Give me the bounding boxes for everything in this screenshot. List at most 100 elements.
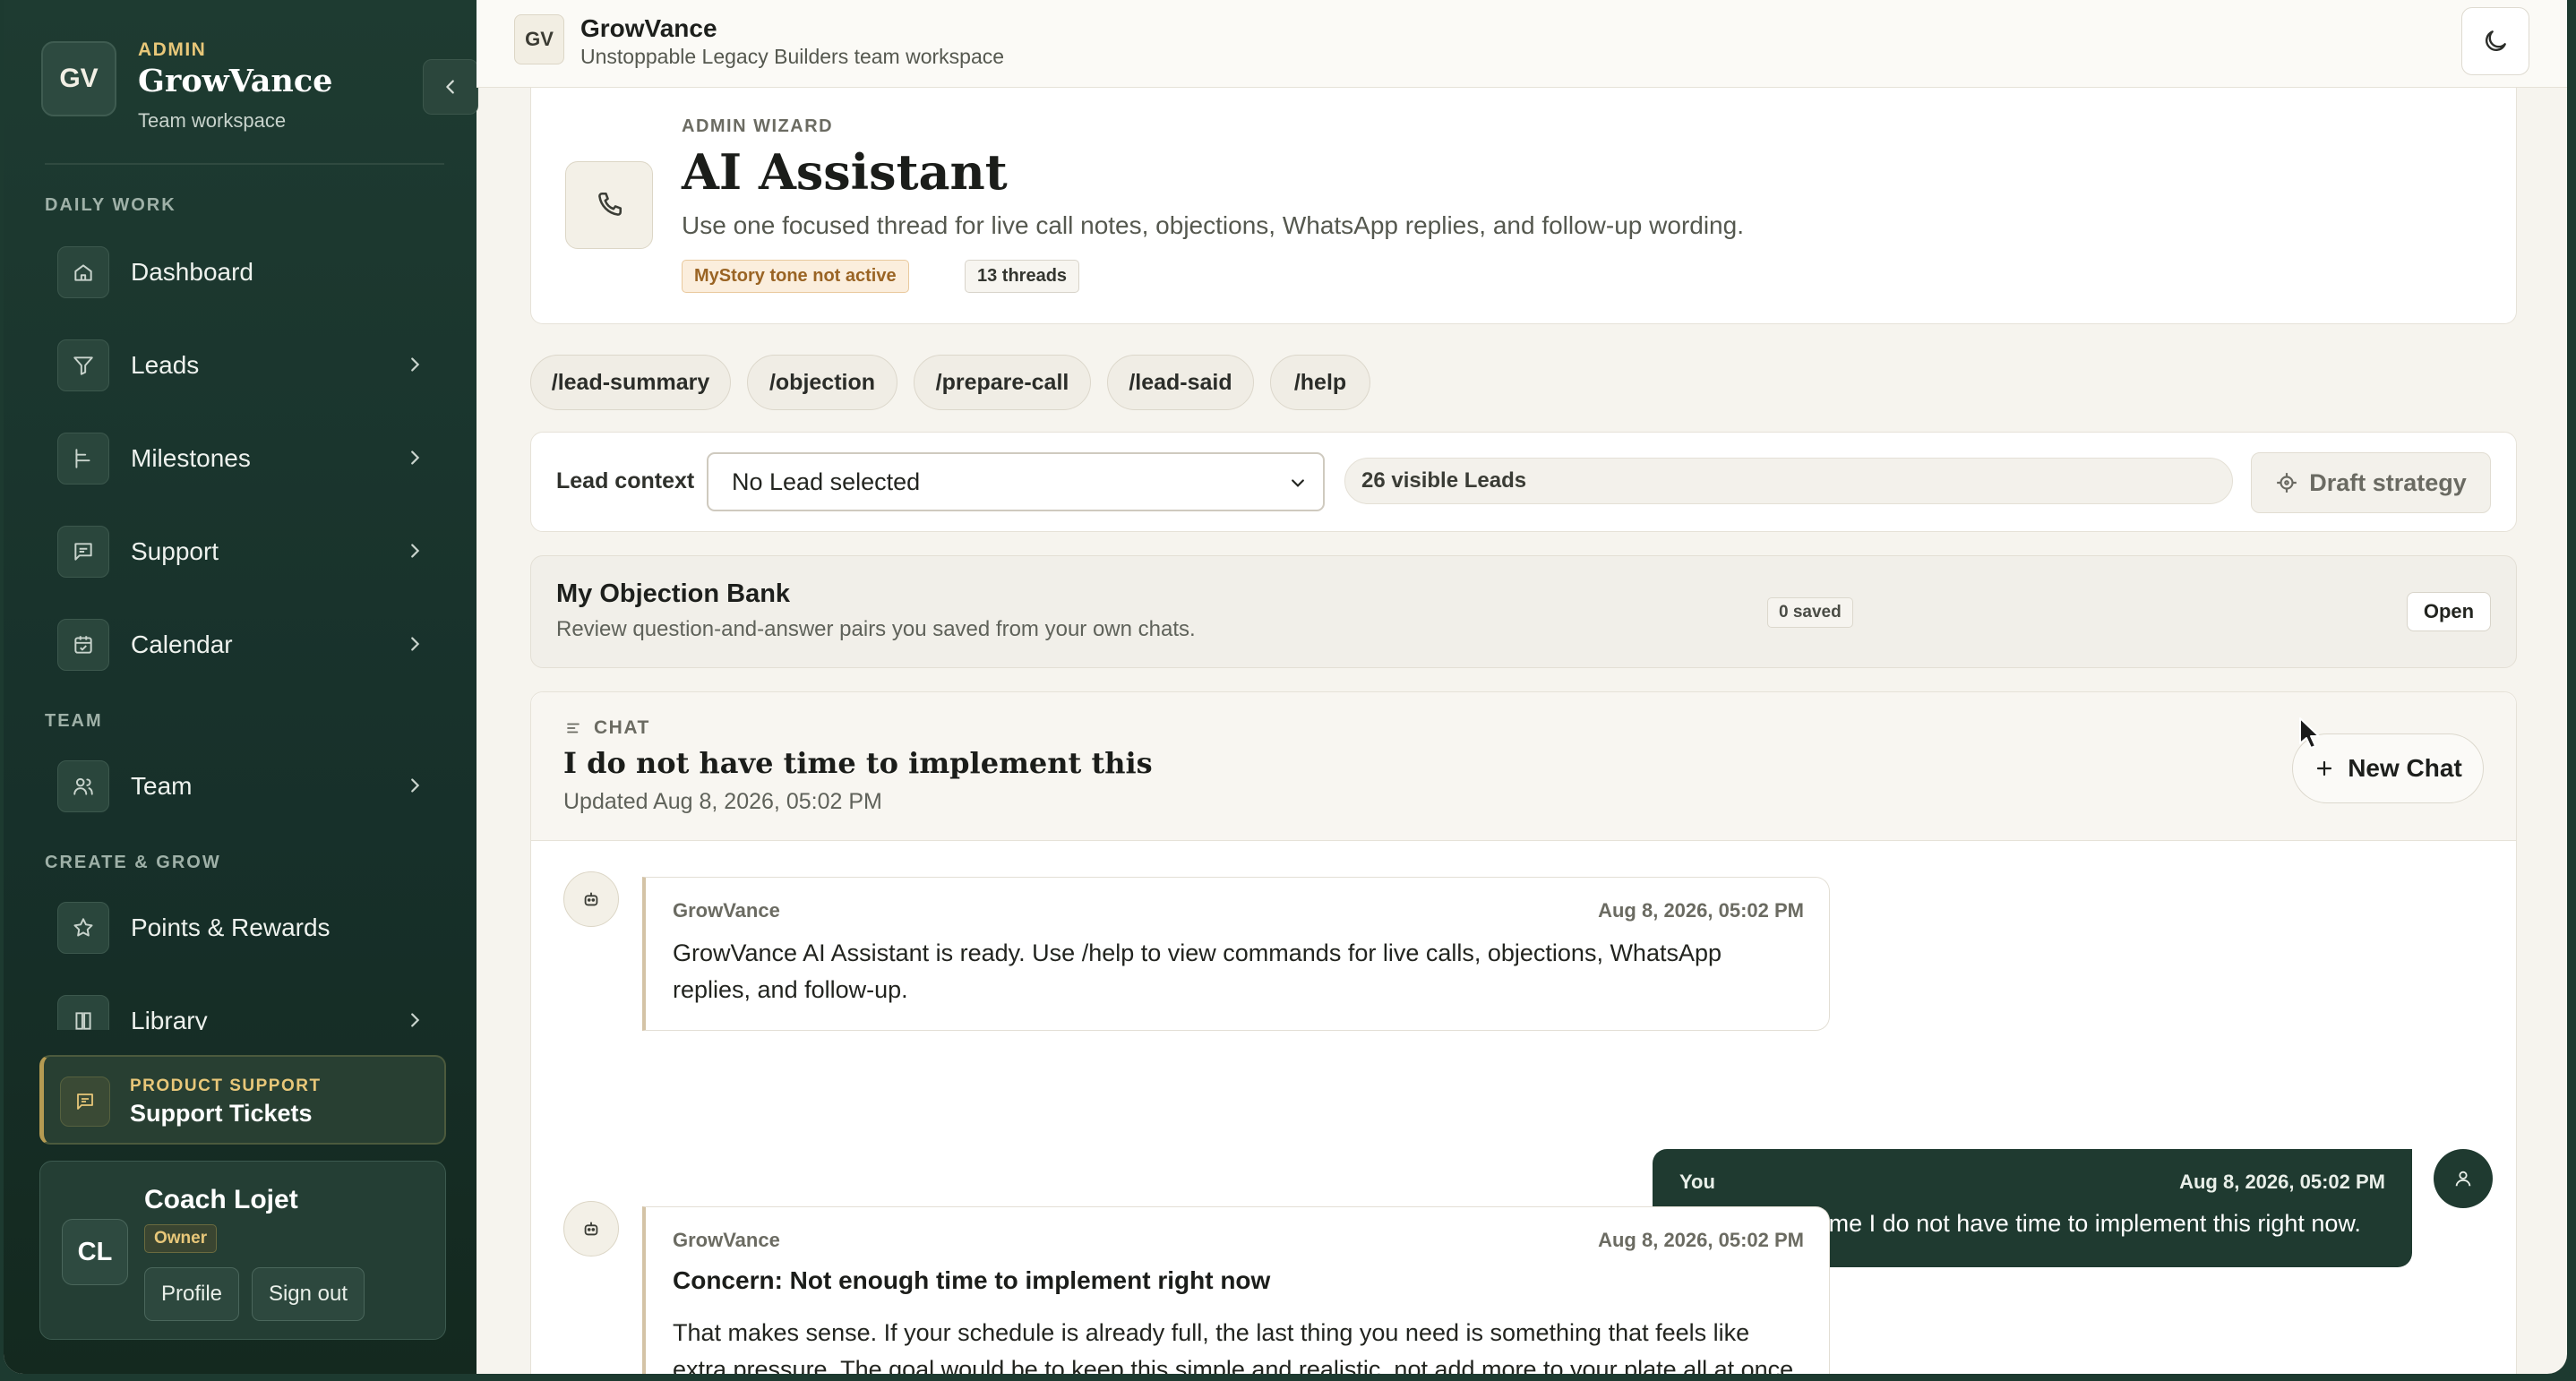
message-text: That makes sense. If your schedule is al… xyxy=(673,1319,1800,1374)
assistant-message: GrowVance Aug 8, 2026, 05:02 PM GrowVanc… xyxy=(642,877,1830,1031)
chat-updated: Updated Aug 8, 2026, 05:02 PM xyxy=(563,789,882,814)
main-content: ADMIN WIZARD AI Assistant Use one focuse… xyxy=(477,88,2567,1374)
sidebar-item-dashboard[interactable]: Dashboard xyxy=(45,235,444,310)
sidebar-item-support[interactable]: Support xyxy=(45,514,444,589)
chat-panel: CHAT I do not have time to implement thi… xyxy=(530,691,2517,1374)
message-sender: GrowVance xyxy=(673,1229,780,1251)
workspace-title: GrowVance xyxy=(580,14,717,42)
assistant-message: GrowVance Aug 8, 2026, 05:02 PM Concern:… xyxy=(642,1206,1830,1374)
sidebar-item-milestones[interactable]: Milestones xyxy=(45,421,444,496)
command-chip-prepare-call[interactable]: /prepare-call xyxy=(914,355,1091,410)
sidebar-item-calendar[interactable]: Calendar xyxy=(45,607,444,682)
support-tickets-card[interactable]: PRODUCT SUPPORT Support Tickets xyxy=(39,1055,446,1145)
section-create-grow: CREATE & GROW xyxy=(45,853,221,872)
lead-select[interactable]: No Lead selected xyxy=(707,452,1325,511)
saved-count-badge: 0 saved xyxy=(1767,597,1853,628)
sidebar-item-team[interactable]: Team xyxy=(45,749,444,824)
brand-subtitle: Team workspace xyxy=(138,109,287,132)
sidebar-item-label: Dashboard xyxy=(131,258,253,286)
message-text: GrowVance AI Assistant is ready. Use /he… xyxy=(673,939,1722,1003)
command-chip-help[interactable]: /help xyxy=(1270,355,1370,410)
objection-bank-subtitle: Review question-and-answer pairs you sav… xyxy=(556,617,1196,641)
lead-select-value: No Lead selected xyxy=(732,467,921,495)
command-chip-objection[interactable]: /objection xyxy=(747,355,897,410)
message-sender: You xyxy=(1679,1171,1715,1193)
support-title: Support Tickets xyxy=(130,1100,313,1127)
chevron-right-icon xyxy=(411,637,420,651)
section-team: TEAM xyxy=(45,711,103,731)
message-time: Aug 8, 2026, 05:02 PM xyxy=(1598,899,1804,922)
message-heading: Concern: Not enough time to implement ri… xyxy=(673,1266,1271,1294)
objection-bank-card: My Objection Bank Review question-and-an… xyxy=(530,555,2517,668)
support-kicker: PRODUCT SUPPORT xyxy=(130,1076,322,1095)
avatar: CL xyxy=(62,1219,128,1285)
workspace-subtitle: Unstoppable Legacy Builders team workspa… xyxy=(580,45,1005,68)
message-time: Aug 8, 2026, 05:02 PM xyxy=(1598,1229,1804,1251)
moon-icon xyxy=(2486,30,2506,51)
chevron-right-icon xyxy=(411,450,420,465)
topbar: GV GrowVance Unstoppable Legacy Builders… xyxy=(477,0,2567,88)
chat-kicker-label: CHAT xyxy=(594,717,650,738)
milestone-icon xyxy=(57,433,109,485)
workspace-logo: GV xyxy=(514,14,564,64)
chat-title: I do not have time to implement this xyxy=(563,746,1153,780)
command-chip-lead-summary[interactable]: /lead-summary xyxy=(530,355,731,410)
users-icon xyxy=(57,760,109,812)
sidebar-item-label: Team xyxy=(131,772,193,800)
chevron-down-icon xyxy=(1292,479,1304,487)
command-chip-lead-said[interactable]: /lead-said xyxy=(1107,355,1254,410)
chat-header: CHAT I do not have time to implement thi… xyxy=(531,692,2516,841)
sidebar-item-leads[interactable]: Leads xyxy=(45,328,444,403)
chevron-right-icon xyxy=(411,544,420,558)
lead-context-label: Lead context xyxy=(556,468,695,493)
chat-kicker: CHAT xyxy=(565,717,650,739)
sign-out-button[interactable]: Sign out xyxy=(252,1267,365,1321)
book-icon xyxy=(57,995,109,1030)
mouse-cursor-icon xyxy=(2299,717,2320,749)
user-avatar xyxy=(2434,1149,2493,1208)
sidebar-scroll-clip: Library xyxy=(4,983,477,1030)
section-daily-work: DAILY WORK xyxy=(45,195,176,215)
page-description: Use one focused thread for live call not… xyxy=(682,211,1744,239)
sidebar-item-label: Leads xyxy=(131,351,200,379)
draft-strategy-button[interactable]: Draft strategy xyxy=(2251,452,2491,513)
message-icon xyxy=(60,1076,110,1127)
message-sender: GrowVance xyxy=(673,899,780,922)
draft-strategy-label: Draft strategy xyxy=(2309,468,2467,496)
collapse-sidebar-button[interactable] xyxy=(423,59,478,115)
page-title: AI Assistant xyxy=(682,143,1008,201)
profile-button[interactable]: Profile xyxy=(144,1267,239,1321)
tone-status-badge: MyStory tone not active xyxy=(682,260,909,293)
open-objection-bank-button[interactable]: Open xyxy=(2407,592,2491,631)
chevron-right-icon xyxy=(411,778,420,793)
new-chat-label: New Chat xyxy=(2348,754,2462,782)
sidebar-divider xyxy=(45,163,444,165)
brand-name: GrowVance xyxy=(138,63,333,99)
app-window: GV ADMIN GrowVance Team workspace DAILY … xyxy=(4,0,2567,1374)
phone-icon xyxy=(565,161,653,249)
target-icon xyxy=(2277,473,2297,493)
brand-logo: GV xyxy=(41,41,116,116)
sidebar-item-label: Library xyxy=(131,1007,208,1030)
role-label: ADMIN xyxy=(138,39,207,60)
user-name: Coach Lojet xyxy=(144,1185,298,1214)
visible-leads-count: 26 visible Leads xyxy=(1344,458,2233,504)
filter-icon xyxy=(57,339,109,391)
sidebar-item-points-rewards[interactable]: Points & Rewards xyxy=(45,890,444,965)
sidebar-item-label: Support xyxy=(131,537,219,565)
user-icon xyxy=(2455,1171,2471,1187)
chevron-right-icon xyxy=(411,357,420,372)
bot-icon xyxy=(584,892,598,906)
plus-icon xyxy=(2317,760,2332,776)
user-card: CL Coach Lojet Owner Profile Sign out xyxy=(39,1161,446,1340)
objection-bank-title: My Objection Bank xyxy=(556,579,791,608)
lead-context-bar: Lead context No Lead selected 26 visible… xyxy=(530,432,2517,532)
theme-toggle-button[interactable] xyxy=(2461,7,2529,75)
list-icon xyxy=(567,723,580,733)
message-time: Aug 8, 2026, 05:02 PM xyxy=(2179,1171,2385,1193)
message-icon xyxy=(57,526,109,578)
page-kicker: ADMIN WIZARD xyxy=(682,116,834,136)
sidebar-item-library[interactable]: Library xyxy=(45,983,444,1030)
sidebar: GV ADMIN GrowVance Team workspace DAILY … xyxy=(4,0,478,1374)
page-header-card: ADMIN WIZARD AI Assistant Use one focuse… xyxy=(530,88,2517,324)
